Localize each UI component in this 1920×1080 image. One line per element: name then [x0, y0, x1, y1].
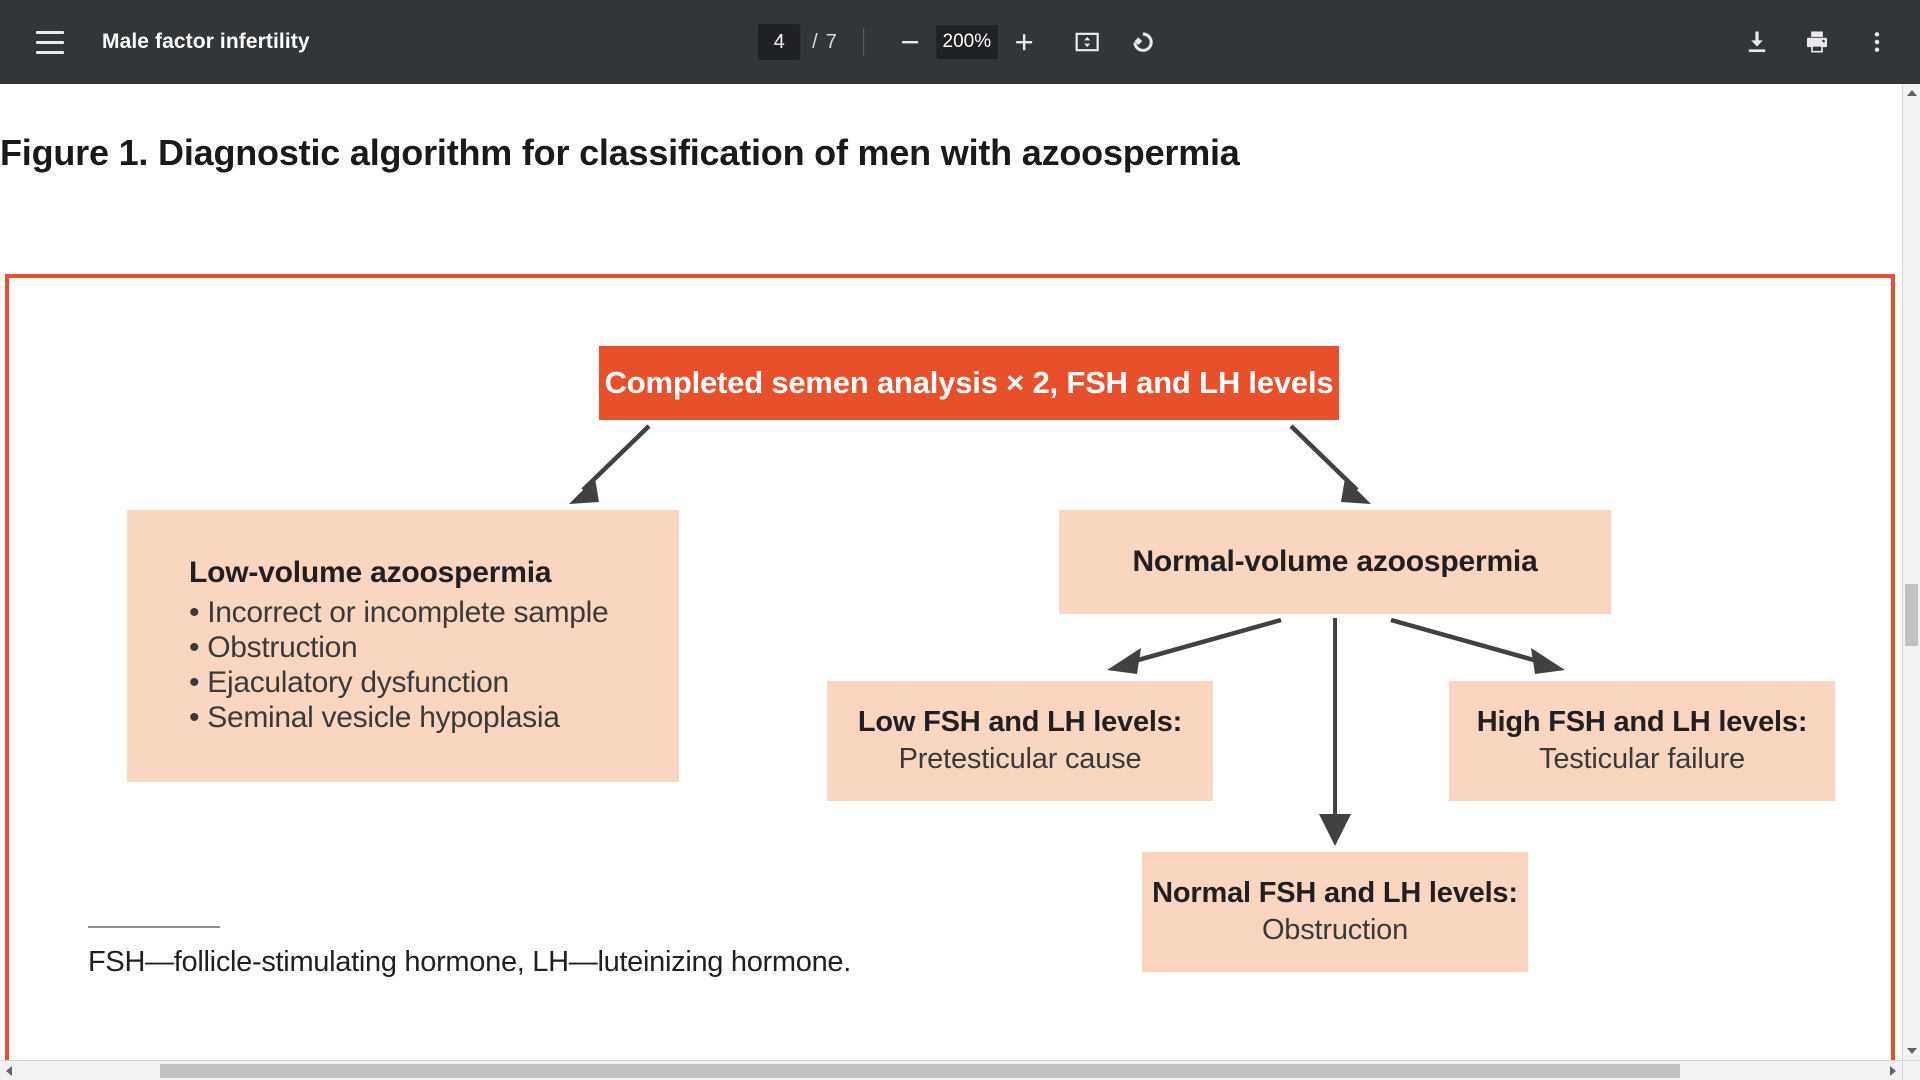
pdf-viewer-toolbar: Male factor infertility / 7 200%: [0, 0, 1920, 84]
horizontal-scrollbar-thumb[interactable]: [160, 1064, 1680, 1078]
menu-bar-3: [36, 50, 64, 54]
arrow-normal-to-high-line: [1390, 617, 1542, 665]
node-root: Completed semen analysis × 2, FSH and LH…: [599, 346, 1339, 420]
scroll-up-arrow-icon[interactable]: [1903, 84, 1920, 102]
scrollbar-corner: [1902, 1060, 1920, 1080]
page-total-count: 7: [825, 30, 837, 53]
node-high-fsh-header: High FSH and LH levels:: [1476, 706, 1808, 738]
zoom-level-value[interactable]: 200%: [935, 25, 998, 59]
minus-icon: [901, 41, 918, 44]
list-item: • Obstruction: [189, 631, 358, 665]
node-high-fsh-subtext: Testicular failure: [1539, 743, 1745, 775]
scroll-left-triangle: [6, 1065, 12, 1076]
toolbar-divider: [862, 28, 864, 56]
hamburger-menu-icon[interactable]: [28, 20, 72, 64]
node-high-fsh-lh: High FSH and LH levels: Testicular failu…: [1449, 681, 1835, 801]
figure-title: Figure 1. Diagnostic algorithm for class…: [0, 132, 1240, 174]
zoom-out-button[interactable]: [890, 22, 930, 62]
arrow-normal-to-low-head: [1107, 648, 1141, 674]
footnote-divider: [88, 926, 220, 928]
arrow-normal-to-high-head: [1531, 648, 1565, 674]
arrow-normal-to-obstruction-head: [1319, 814, 1351, 846]
figure-frame: Completed semen analysis × 2, FSH and LH…: [5, 274, 1895, 1060]
arrow-root-to-low-volume-line: [581, 424, 651, 492]
menu-bar-2: [36, 40, 64, 44]
figure-label: Figure 1.: [0, 132, 149, 173]
horizontal-scrollbar[interactable]: [0, 1060, 1902, 1080]
page-separator: /: [812, 30, 818, 53]
download-button[interactable]: [1736, 21, 1778, 63]
node-low-fsh-subtext: Pretesticular cause: [898, 743, 1142, 775]
node-low-fsh-lh: Low FSH and LH levels: Pretesticular cau…: [827, 681, 1213, 801]
scroll-right-arrow-icon[interactable]: [1884, 1061, 1902, 1080]
download-icon: [1748, 31, 1766, 53]
print-button[interactable]: [1796, 21, 1838, 63]
fit-to-page-button[interactable]: [1066, 21, 1108, 63]
rotate-counterclockwise-icon: [1133, 32, 1153, 52]
node-normal-fsh-lh: Normal FSH and LH levels: Obstruction: [1142, 852, 1528, 972]
scroll-left-arrow-icon[interactable]: [0, 1061, 18, 1080]
toolbar-center-controls: / 7 200%: [758, 0, 1162, 84]
vertical-scrollbar[interactable]: [1902, 84, 1920, 1060]
arrow-root-to-normal-volume-line: [1289, 424, 1359, 492]
node-low-volume-azoospermia: Low-volume azoospermia • Incorrect or in…: [127, 510, 679, 782]
vertical-scrollbar-thumb[interactable]: [1905, 584, 1918, 646]
list-item: • Incorrect or incomplete sample: [189, 596, 609, 630]
menu-bar-1: [36, 30, 64, 34]
node-normal-volume-header: Normal-volume azoospermia: [1132, 545, 1538, 578]
rotate-button[interactable]: [1120, 21, 1162, 63]
node-low-fsh-header: Low FSH and LH levels:: [857, 706, 1183, 738]
list-item: • Ejaculatory dysfunction: [189, 666, 509, 699]
toolbar-right-controls: [1736, 0, 1898, 84]
scroll-up-triangle: [1906, 90, 1917, 96]
scroll-down-triangle: [1906, 1048, 1917, 1054]
fit-to-page-icon: [1075, 32, 1099, 52]
zoom-in-button[interactable]: [1004, 22, 1044, 62]
print-icon: [1806, 31, 1828, 53]
node-normal-fsh-header: Normal FSH and LH levels:: [1152, 877, 1518, 909]
pdf-page-viewport: Figure 1. Diagnostic algorithm for class…: [0, 84, 1902, 1060]
more-options-icon: [1874, 32, 1880, 52]
arrow-root-to-low-volume-head: [569, 478, 599, 504]
pdf-page: Figure 1. Diagnostic algorithm for class…: [0, 84, 1902, 1060]
more-options-button[interactable]: [1856, 21, 1898, 63]
toolbar-view-icons: [1066, 21, 1162, 63]
arrow-root-to-normal-volume-head: [1341, 478, 1371, 504]
plus-icon: [1015, 34, 1032, 51]
page-number-input[interactable]: [758, 24, 801, 60]
arrow-normal-to-low-line: [1130, 617, 1282, 665]
list-item: • Seminal vesicle hypoplasia: [189, 700, 560, 734]
figure-footnote: FSH—follicle-stimulating hormone, LH—lut…: [88, 946, 851, 978]
scroll-right-triangle: [1890, 1065, 1896, 1076]
node-low-volume-header: Low-volume azoospermia: [189, 556, 552, 590]
scroll-down-arrow-icon[interactable]: [1903, 1042, 1920, 1060]
node-normal-volume-azoospermia: Normal-volume azoospermia: [1059, 510, 1611, 614]
figure-caption: Diagnostic algorithm for classification …: [158, 132, 1240, 173]
node-normal-fsh-subtext: Obstruction: [1261, 914, 1409, 946]
node-low-volume-bullet-list: • Incorrect or incomplete sample • Obstr…: [189, 596, 609, 735]
node-root-header: Completed semen analysis × 2, FSH and LH…: [604, 365, 1334, 400]
document-title: Male factor infertility: [102, 30, 310, 53]
